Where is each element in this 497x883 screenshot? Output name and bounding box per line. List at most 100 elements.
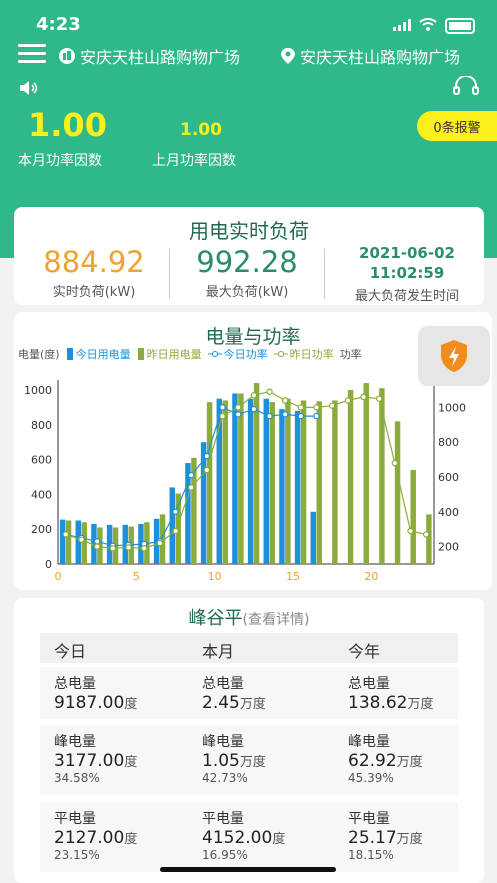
menu-button[interactable] xyxy=(18,44,46,64)
peak-cell-percent: 45.39% xyxy=(348,771,394,785)
today-energy-bar xyxy=(59,519,66,564)
peak-value-number: 1.05 xyxy=(202,751,240,771)
station-name-left: 安庆天柱山路购物广场 xyxy=(80,48,241,67)
peak-cell-value: 9187.00度 xyxy=(54,693,194,713)
customer-service-icon[interactable] xyxy=(453,75,479,102)
peak-cell-percent: 23.15% xyxy=(54,848,100,862)
peak-cell-value: 2.45万度 xyxy=(202,693,342,713)
peak-cell-percent: 42.73% xyxy=(202,771,248,785)
today-power-point xyxy=(203,452,211,460)
signal-icon xyxy=(393,16,411,35)
peak-value-unit: 度 xyxy=(124,755,138,770)
wifi-icon xyxy=(419,16,437,35)
max-load-label: 最大负荷(kW) xyxy=(205,285,289,300)
peak-value-unit: 万度 xyxy=(396,832,423,847)
peak-cell-label: 峰电量 xyxy=(202,734,244,750)
yesterday-power-point xyxy=(422,531,430,538)
peak-value-number: 9187.00 xyxy=(54,693,125,713)
y-tick-label: 0 xyxy=(45,558,52,571)
today-energy-bar xyxy=(263,398,269,564)
yesterday-energy-bar xyxy=(238,393,244,564)
status-bar: 4:23 xyxy=(0,12,497,42)
yesterday-power-point xyxy=(109,545,117,552)
peak-cell-value: 2127.00度 xyxy=(54,828,194,848)
peak-cell: 峰电量 1.05万度 42.73% xyxy=(202,731,342,785)
yesterday-energy-bar xyxy=(347,390,354,564)
station-name-right: 安庆天柱山路购物广场 xyxy=(300,48,461,67)
y-tick-label: 1000 xyxy=(24,384,52,397)
y-tick-label: 800 xyxy=(31,419,52,432)
yesterday-power-point xyxy=(93,543,101,550)
yesterday-power-point xyxy=(313,404,320,411)
today-power-point xyxy=(281,411,289,418)
yesterday-energy-bar xyxy=(379,388,385,564)
yesterday-power-point xyxy=(266,388,273,395)
alarm-button[interactable]: 0条报警 xyxy=(417,111,497,141)
yesterday-energy-bar xyxy=(332,400,338,564)
peak-value-unit: 度 xyxy=(124,832,138,847)
today-energy-bar xyxy=(310,511,316,564)
peak-value-number: 2.45 xyxy=(202,693,240,713)
yesterday-power-point xyxy=(140,545,148,552)
yesterday-power-point xyxy=(344,397,352,404)
peak-cell: 平电量 25.17万度 18.15% xyxy=(348,808,488,862)
today-energy-bar xyxy=(247,398,254,564)
yesterday-energy-bar xyxy=(363,383,369,564)
status-time: 4:23 xyxy=(36,14,81,35)
yesterday-power-point xyxy=(156,539,164,547)
max-load-time: 11:02:59 xyxy=(369,264,445,282)
peak-valley-card: 峰谷平(查看详情) 今日 本月 今年 总电量 9187.00度 总电量 2.45万度总… xyxy=(14,598,484,883)
yesterday-energy-bar xyxy=(426,514,432,564)
yesterday-power-point xyxy=(187,484,195,491)
peak-cell-percent: 34.58% xyxy=(54,771,100,785)
y2-tick-label: 600 xyxy=(438,471,459,484)
peak-cell-value: 62.92万度 xyxy=(348,751,488,771)
peak-value-number: 2127.00 xyxy=(54,828,125,848)
peak-cell-label: 总电量 xyxy=(54,676,96,692)
y2-tick-label: 800 xyxy=(438,436,459,449)
peak-title-text: 峰谷平 xyxy=(188,608,243,629)
peak-value-number: 62.92 xyxy=(348,751,397,771)
yesterday-energy-bar xyxy=(285,398,291,564)
peak-header-row: 今日 本月 今年 xyxy=(40,633,458,663)
yesterday-energy-bar xyxy=(394,421,401,564)
peak-cell-label: 平电量 xyxy=(202,811,244,827)
today-power-point xyxy=(234,411,242,418)
peak-value-number: 25.17 xyxy=(348,828,397,848)
x-tick-label: 5 xyxy=(133,570,140,583)
station-selector-right[interactable]: 安庆天柱山路购物广场 xyxy=(280,44,460,68)
yesterday-power-point xyxy=(407,527,414,535)
battery-icon xyxy=(445,17,475,34)
max-load-value: 992.28 xyxy=(196,245,298,279)
peak-value-number: 138.62 xyxy=(348,693,408,713)
yesterday-power-point xyxy=(219,412,226,420)
yesterday-power-point xyxy=(203,466,211,474)
last-month-pf-label: 上月功率因数 xyxy=(152,153,236,169)
yesterday-power-point xyxy=(297,404,305,411)
header-today: 今日 xyxy=(54,642,87,661)
peak-title: 峰谷平(查看详情) xyxy=(14,604,484,630)
peak-cell-label: 平电量 xyxy=(348,811,390,827)
view-details-link[interactable]: (查看详情) xyxy=(243,612,310,628)
speaker-icon[interactable] xyxy=(18,80,40,100)
peak-cell: 平电量 2127.00度 23.15% xyxy=(54,808,194,862)
realtime-load-label: 实时负荷(kW) xyxy=(52,285,136,300)
yesterday-power-point xyxy=(250,392,258,399)
yesterday-power-point xyxy=(234,404,242,411)
peak-cell-value: 1.05万度 xyxy=(202,751,342,771)
today-power-point xyxy=(297,412,305,420)
peak-value-unit: 度 xyxy=(272,832,286,847)
yesterday-power-point xyxy=(375,395,383,402)
load-card: 用电实时负荷 884.92 实时负荷(kW) 992.28 最大负荷(kW) 2… xyxy=(14,207,484,305)
peak-cell: 峰电量 3177.00度 34.58% xyxy=(54,731,194,785)
last-month-pf-value: 1.00 xyxy=(180,120,222,140)
yesterday-power-point xyxy=(281,397,289,404)
security-shield-button[interactable] xyxy=(418,326,490,386)
this-month-pf-label: 本月功率因数 xyxy=(18,153,102,169)
header-year: 今年 xyxy=(348,642,381,661)
station-selector-left[interactable]: 安庆天柱山路购物广场 xyxy=(58,44,240,68)
y-tick-label: 400 xyxy=(31,488,52,501)
x-tick-label: 20 xyxy=(364,570,378,583)
this-month-pf-value: 1.00 xyxy=(28,106,107,144)
yesterday-energy-bar xyxy=(269,402,275,564)
